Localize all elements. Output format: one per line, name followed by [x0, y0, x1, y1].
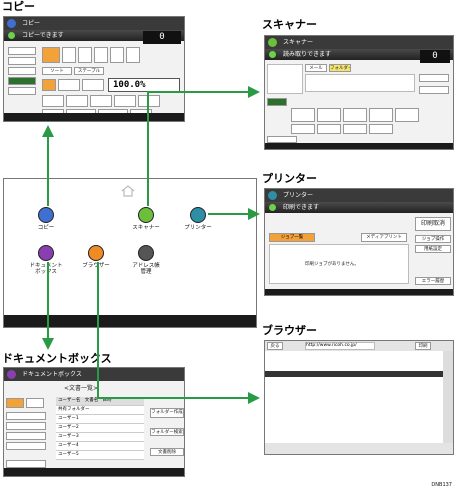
figure-id: DNB137 [431, 482, 452, 488]
navigation-arrows [42, 86, 260, 404]
